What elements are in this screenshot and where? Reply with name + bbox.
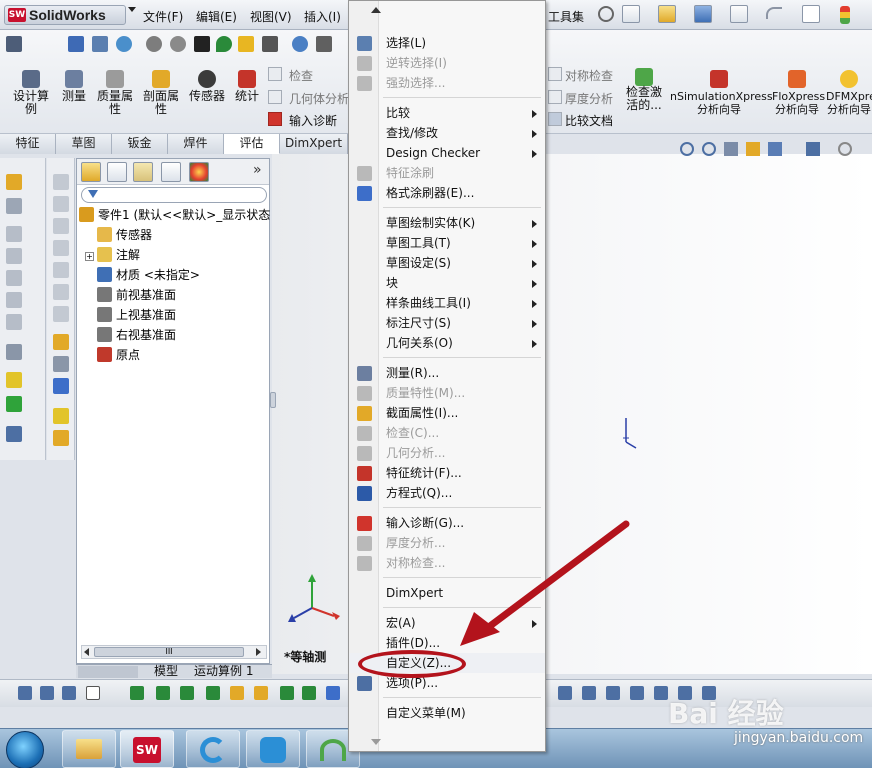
annotation-arrow [460,520,630,646]
annotation-arrowhead [460,612,500,646]
baidu-watermark: Bai 经验 [668,697,784,730]
baidu-watermark-url: jingyan.baidu.com [734,730,864,746]
annotation-arrow-shaft [478,520,630,636]
